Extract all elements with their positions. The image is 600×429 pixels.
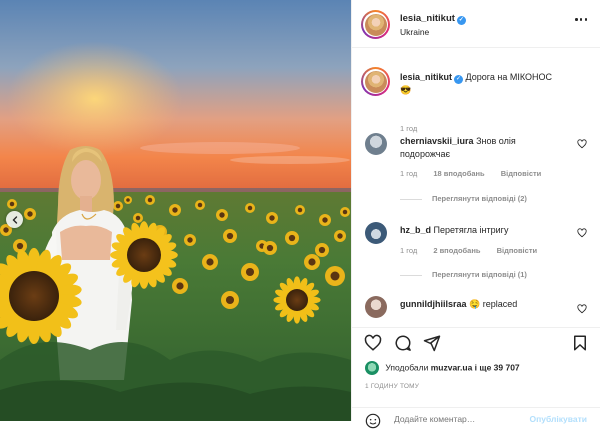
commenter-avatar[interactable] bbox=[365, 222, 387, 244]
instagram-post-modal: lesia_nitikut ✓ Ukraine lesia_nitikut ✓ До… bbox=[0, 0, 600, 429]
post-time-ago[interactable]: 1 ГОДИНУ ТОМУ bbox=[365, 383, 419, 390]
commenter-username[interactable]: gunnildjhiilsraa bbox=[400, 299, 467, 309]
comment-body: replaced bbox=[482, 299, 518, 309]
comment-time[interactable]: 1 год bbox=[400, 169, 417, 178]
background-sunflower bbox=[304, 254, 320, 270]
background-sunflower bbox=[7, 199, 17, 209]
comment-emoji: 🤤 bbox=[469, 299, 481, 309]
post-actions: Уподобали muzvar.ua і ще 39 707 1 ГОДИНУ… bbox=[352, 327, 600, 429]
caption-emoji: 😎 bbox=[400, 85, 412, 95]
caption-username[interactable]: lesia_nitikut bbox=[400, 72, 452, 82]
likes-prefix: Уподобали bbox=[385, 362, 429, 373]
comment-meta: 1 год 18 вподобань Відповісти bbox=[400, 169, 555, 178]
chevron-left-icon bbox=[12, 215, 17, 224]
commenter-avatar[interactable] bbox=[365, 133, 387, 155]
background-sunflower bbox=[266, 212, 278, 224]
caption-avatar[interactable] bbox=[361, 67, 390, 96]
reply-button[interactable]: Відповісти bbox=[501, 169, 542, 178]
previous-photo-button[interactable] bbox=[6, 211, 23, 228]
background-sunflower bbox=[263, 241, 277, 255]
background-sunflower bbox=[124, 196, 132, 204]
verified-badge-icon: ✓ bbox=[456, 16, 466, 25]
background-sunflower bbox=[334, 230, 346, 242]
comment-text: gunnildjhiilsraa 🤤 replaced bbox=[400, 298, 568, 311]
likes-count[interactable]: і ще 39 707 bbox=[475, 362, 520, 372]
background-sunflower bbox=[295, 205, 305, 215]
add-comment-input[interactable] bbox=[394, 412, 534, 426]
bookmark-icon[interactable] bbox=[571, 334, 589, 352]
comment-like-heart-icon[interactable] bbox=[577, 304, 587, 314]
comments-list[interactable]: lesia_nitikut ✓ Дорога на МІКОНОС 😎 1 год… bbox=[352, 49, 600, 327]
caption-body: Дорога на МІКОНОС bbox=[465, 72, 552, 82]
caption-time[interactable]: 1 год bbox=[400, 124, 417, 133]
background-sunflower bbox=[285, 231, 299, 245]
comment-text: cherniavskii_iura Знов олія подорожчає bbox=[400, 135, 568, 161]
verified-badge-icon: ✓ bbox=[454, 75, 464, 84]
emoji-smile-icon[interactable] bbox=[365, 413, 381, 429]
foreground-sunflower-right bbox=[273, 276, 321, 324]
post-details-panel: lesia_nitikut ✓ Ukraine lesia_nitikut ✓ До… bbox=[351, 0, 600, 429]
background-sunflower bbox=[133, 213, 143, 223]
background-sunflower bbox=[113, 201, 123, 211]
post-location[interactable]: Ukraine bbox=[400, 27, 429, 37]
reply-button[interactable]: Відповісти bbox=[497, 246, 538, 255]
heart-icon[interactable] bbox=[364, 334, 382, 352]
comment-likes-count[interactable]: 18 вподобань bbox=[433, 169, 484, 178]
liker-username[interactable]: muzvar.ua bbox=[431, 362, 473, 372]
background-sunflower bbox=[223, 229, 237, 243]
post-photo[interactable] bbox=[0, 0, 351, 421]
comment-text: hz_b_d Перетягла інтригу bbox=[400, 224, 568, 237]
background-sunflower bbox=[24, 208, 36, 220]
post-header: lesia_nitikut ✓ Ukraine bbox=[352, 0, 600, 48]
author-avatar[interactable] bbox=[361, 10, 390, 39]
author-username[interactable]: lesia_nitikut bbox=[400, 13, 455, 24]
background-sunflower bbox=[184, 234, 196, 246]
caption-text: lesia_nitikut ✓ Дорога на МІКОНОС 😎 bbox=[400, 71, 585, 97]
background-sunflower bbox=[172, 278, 188, 294]
more-options-icon[interactable] bbox=[575, 18, 587, 22]
background-sunflower bbox=[216, 209, 228, 221]
add-comment-bar: Опублікувати bbox=[352, 407, 600, 429]
comment-body: Перетягла інтригу bbox=[433, 225, 509, 235]
background-sunflower bbox=[195, 200, 205, 210]
commenter-avatar[interactable] bbox=[365, 296, 387, 318]
background-sunflower bbox=[319, 214, 331, 226]
comment-like-heart-icon[interactable] bbox=[577, 228, 587, 238]
comment-like-heart-icon[interactable] bbox=[577, 139, 587, 149]
background-sunflower bbox=[241, 263, 259, 281]
commenter-username[interactable]: cherniavskii_iura bbox=[400, 136, 474, 146]
comment-icon[interactable] bbox=[394, 334, 412, 352]
comment-meta: 1 год 2 вподобань Відповісти bbox=[400, 246, 551, 255]
send-icon[interactable] bbox=[423, 334, 441, 352]
author-username-row: lesia_nitikut ✓ bbox=[400, 13, 466, 25]
likes-summary: Уподобали muzvar.ua і ще 39 707 bbox=[365, 361, 520, 375]
background-sunflower bbox=[202, 254, 218, 270]
liker-avatar[interactable] bbox=[365, 361, 379, 375]
comment-time[interactable]: 1 год bbox=[400, 246, 417, 255]
commenter-username[interactable]: hz_b_d bbox=[400, 225, 431, 235]
publish-comment-button[interactable]: Опублікувати bbox=[530, 414, 587, 424]
background-sunflower bbox=[169, 204, 181, 216]
comment-likes-count[interactable]: 2 вподобань bbox=[433, 246, 480, 255]
background-sunflower bbox=[325, 266, 345, 286]
background-sunflower bbox=[145, 195, 155, 205]
view-replies-button[interactable]: Переглянути відповіді (2) bbox=[400, 194, 527, 203]
view-replies-button[interactable]: Переглянути відповіді (1) bbox=[400, 270, 527, 279]
sunflower-field-image bbox=[0, 0, 351, 421]
background-sunflower bbox=[315, 243, 329, 257]
background-sunflower bbox=[340, 207, 350, 217]
background-sunflower bbox=[221, 291, 239, 309]
background-sunflower bbox=[245, 203, 255, 213]
